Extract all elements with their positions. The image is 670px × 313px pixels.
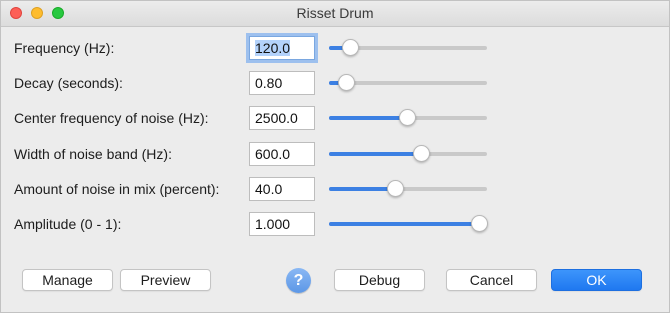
manage-button[interactable]: Manage <box>22 269 113 291</box>
slider-knob[interactable] <box>471 215 488 232</box>
help-icon[interactable]: ? <box>286 268 311 293</box>
noise-width-input[interactable]: 600.0 <box>249 142 315 166</box>
param-row-noise-width: Width of noise band (Hz): 600.0 <box>1 142 669 168</box>
param-row-center-frequency: Center frequency of noise (Hz): 2500.0 <box>1 106 669 132</box>
slider-knob[interactable] <box>341 39 359 56</box>
param-label-amplitude: Amplitude (0 - 1): <box>14 216 122 232</box>
decay-input[interactable]: 0.80 <box>249 71 315 95</box>
frequency-slider[interactable] <box>329 36 487 60</box>
risset-drum-dialog: Risset Drum Frequency (Hz): 120.0 Decay … <box>0 0 670 313</box>
center-frequency-slider[interactable] <box>329 106 487 130</box>
param-label-noise-amount: Amount of noise in mix (percent): <box>14 181 220 197</box>
noise-amount-input[interactable]: 40.0 <box>249 177 315 201</box>
param-row-decay: Decay (seconds): 0.80 <box>1 71 669 97</box>
center-frequency-input[interactable]: 2500.0 <box>249 106 315 130</box>
slider-fill <box>329 152 421 156</box>
param-row-noise-amount: Amount of noise in mix (percent): 40.0 <box>1 177 669 203</box>
frequency-input[interactable]: 120.0 <box>249 36 315 60</box>
slider-knob[interactable] <box>412 145 430 162</box>
slider-knob[interactable] <box>398 109 416 126</box>
cancel-button[interactable]: Cancel <box>446 269 537 291</box>
slider-fill <box>329 116 407 120</box>
param-label-decay: Decay (seconds): <box>14 75 123 91</box>
param-label-frequency: Frequency (Hz): <box>14 40 115 56</box>
param-row-amplitude: Amplitude (0 - 1): 1.000 <box>1 212 669 238</box>
amplitude-slider[interactable] <box>329 212 488 236</box>
slider-fill <box>329 222 479 226</box>
title-bar[interactable]: Risset Drum <box>1 1 669 27</box>
window-title: Risset Drum <box>296 5 374 21</box>
param-row-frequency: Frequency (Hz): 120.0 <box>1 36 669 62</box>
slider-knob[interactable] <box>337 74 355 91</box>
decay-slider[interactable] <box>329 71 487 95</box>
param-label-center-frequency: Center frequency of noise (Hz): <box>14 110 209 126</box>
ok-button[interactable]: OK <box>551 269 642 291</box>
debug-button[interactable]: Debug <box>334 269 425 291</box>
noise-width-slider[interactable] <box>329 142 487 166</box>
param-label-noise-width: Width of noise band (Hz): <box>14 146 172 162</box>
amplitude-input[interactable]: 1.000 <box>249 212 315 236</box>
noise-amount-slider[interactable] <box>329 177 487 201</box>
preview-button[interactable]: Preview <box>120 269 211 291</box>
slider-knob[interactable] <box>387 180 405 197</box>
slider-fill <box>329 187 396 191</box>
